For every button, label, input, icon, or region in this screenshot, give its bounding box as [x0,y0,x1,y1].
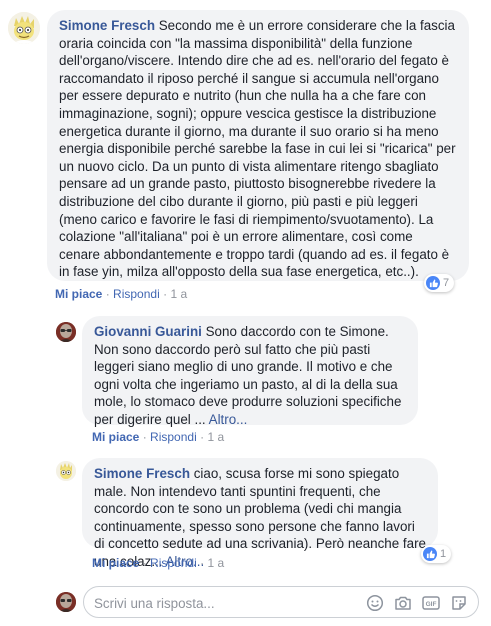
reply-link[interactable]: Rispondi [150,430,197,444]
comment-actions: Mi piace · Rispondi · 1 a [55,286,187,302]
comment-bubble-3: Simone Fresch ciao, scusa forse mi sono … [82,458,438,569]
emoji-icon[interactable] [366,594,384,612]
avatar-simone-fresch[interactable] [8,12,40,44]
like-icon [423,547,437,561]
comment-author[interactable]: Simone Fresch [59,18,155,33]
simone-avatar-icon [8,12,40,44]
user-avatar-icon [56,592,76,612]
separator: · [142,556,147,570]
reply-composer: GIF [83,586,479,618]
avatar-simone-fresch[interactable] [56,461,76,481]
comment-author[interactable]: Simone Fresch [94,466,190,481]
comment-bubble-1: Simone Fresch Secondo me è un errore con… [47,10,469,281]
reply-link[interactable]: Rispondi [150,556,197,570]
like-icon [426,276,440,290]
comment-actions: Mi piace · Rispondi · 1 a [92,429,224,445]
reaction-badge[interactable]: 1 [421,545,452,563]
like-link[interactable]: Mi piace [55,287,102,301]
like-link[interactable]: Mi piace [92,430,139,444]
sticker-icon[interactable] [450,594,468,612]
avatar-giovanni-guarini[interactable] [56,322,76,342]
avatar-current-user [56,592,76,612]
timestamp[interactable]: 1 a [207,430,224,444]
reply-input[interactable] [92,593,346,613]
comment-bubble-2: Giovanni Guarini Sono daccordo con te Si… [82,316,418,427]
like-link[interactable]: Mi piace [92,556,139,570]
timestamp[interactable]: 1 a [170,287,187,301]
reaction-count: 1 [440,548,447,560]
reaction-count: 7 [443,277,450,289]
separator: · [163,287,168,301]
svg-text:GIF: GIF [426,601,437,608]
separator: · [200,556,205,570]
comment-text: Secondo me è un errore considerare che l… [59,18,456,280]
camera-icon[interactable] [394,594,412,612]
gif-icon[interactable]: GIF [422,594,440,612]
separator: · [200,430,205,444]
comment-text: Sono daccordo con te Simone. Non sono da… [94,324,402,427]
comment-text: ciao, scusa forse mi sono spiegato male.… [94,466,427,569]
comment-author[interactable]: Giovanni Guarini [94,324,202,339]
timestamp[interactable]: 1 a [207,556,224,570]
see-more-link[interactable]: Altro... [209,412,248,427]
reply-link[interactable]: Rispondi [113,287,160,301]
separator: · [105,287,110,301]
comment-actions: Mi piace · Rispondi · 1 a [92,555,224,571]
simone-avatar-icon [56,461,76,481]
giovanni-avatar-icon [56,322,76,342]
separator: · [142,430,147,444]
reaction-badge[interactable]: 7 [424,274,455,292]
